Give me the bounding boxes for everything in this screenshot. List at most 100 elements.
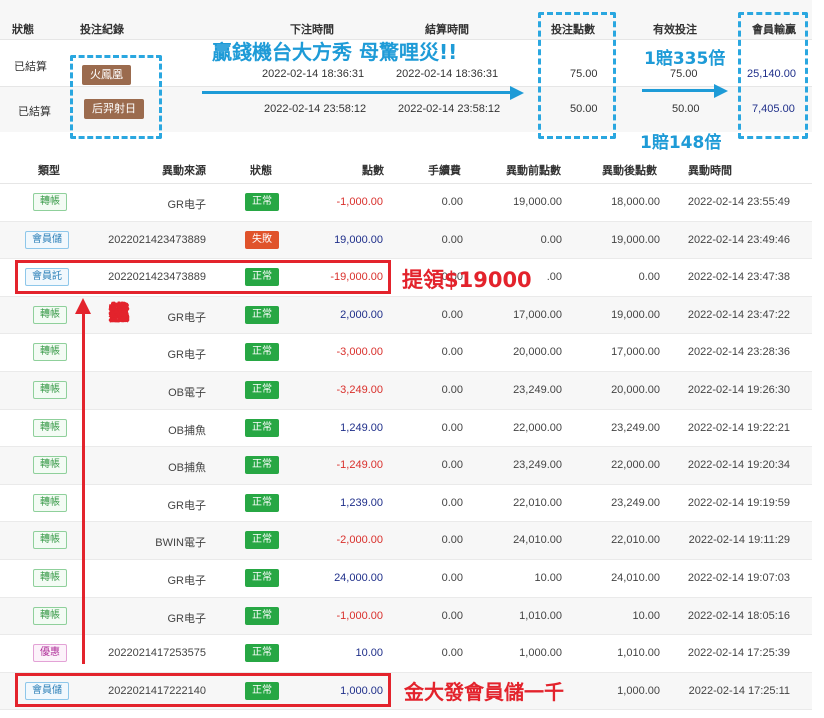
table-row: 轉帳 OB電子 正常 -3,249.00 0.00 23,249.00 20,000.00 2… — [0, 371, 812, 410]
status-badge: 正常 — [245, 606, 279, 625]
after-points: 17,000.00 — [611, 346, 660, 359]
header-type: 類型 — [38, 165, 60, 177]
fee: 0.00 — [441, 383, 463, 396]
fee: 0.00 — [441, 196, 463, 208]
points: 10.00 — [355, 647, 383, 660]
time: 2022-02-14 19:11:29 — [688, 534, 790, 547]
points: -1,000.00 — [336, 609, 383, 622]
header-bet-time: 下注時間 — [290, 24, 334, 36]
before-points: 23,249.00 — [513, 383, 562, 396]
game-highlight-box — [70, 55, 162, 139]
arrow-right-icon — [510, 86, 524, 100]
time: 2022-02-14 23:47:22 — [687, 308, 790, 321]
after-points: 10.00 — [632, 609, 660, 622]
after-points: 19,000.00 — [611, 308, 660, 321]
before-points: 20,000.00 — [513, 346, 562, 359]
valid-bet: 50.00 — [672, 103, 700, 115]
status-badge: 失敗 — [245, 230, 279, 249]
after-points: 24,010.00 — [611, 571, 660, 584]
fee: 0.00 — [441, 459, 463, 472]
fee: 0.00 — [441, 346, 463, 359]
header-status: 狀態 — [250, 165, 272, 177]
status-badge: 正常 — [245, 493, 279, 512]
after-points: 23,249.00 — [611, 496, 660, 509]
source: GR电子 — [167, 499, 207, 512]
source: OB電子 — [168, 386, 206, 399]
fee: 0.00 — [441, 421, 463, 434]
points: 2,000.00 — [340, 308, 383, 321]
type-badge: 轉帳 — [33, 418, 67, 437]
header-record: 投注紀錄 — [80, 24, 124, 36]
time: 2022-02-14 23:47:38 — [687, 271, 790, 284]
type-badge: 轉帳 — [33, 193, 67, 211]
type-badge: 轉帳 — [33, 531, 67, 550]
header-fee: 手續費 — [428, 165, 461, 177]
vertical-annotation-char: 發 — [108, 301, 130, 325]
time: 2022-02-14 19:26:30 — [687, 383, 790, 396]
before-points: 0.00 — [540, 233, 562, 246]
deposit-highlight-box — [15, 673, 391, 707]
header-valid-bet: 有效投注 — [653, 24, 697, 36]
status-badge: 正常 — [245, 343, 279, 362]
points: 19,000.00 — [334, 233, 383, 246]
status-badge: 正常 — [245, 644, 279, 663]
points: -3,000.00 — [336, 346, 383, 359]
ratio-annotation-1: 1賠335倍 — [644, 49, 726, 69]
table-row: 轉帳 OB捕魚 正常 -1,249.00 0.00 23,249.00 22,000.00 2… — [0, 447, 812, 485]
arrow-line — [642, 89, 718, 92]
type-badge: 轉帳 — [33, 380, 67, 399]
points: -2,000.00 — [336, 534, 383, 547]
before-points: .00 — [546, 271, 562, 284]
valid-bet: 75.00 — [670, 68, 698, 80]
before-points: 17,000.00 — [513, 308, 562, 321]
table-row: 轉帳 GR电子 正常 -3,000.00 0.00 20,000.00 17,000.00 2… — [0, 334, 812, 372]
type-badge: 轉帳 — [33, 606, 67, 625]
type-badge: 轉帳 — [33, 568, 67, 587]
after-points: 23,249.00 — [611, 421, 660, 434]
before-points: 24,010.00 — [513, 534, 562, 547]
header-status: 狀態 — [12, 24, 34, 36]
status-badge: 正常 — [245, 418, 279, 437]
header-source: 異動來源 — [162, 165, 206, 177]
time: 2022-02-14 19:19:59 — [687, 496, 790, 509]
after-points: 1,010.00 — [617, 647, 660, 660]
time: 2022-02-14 23:49:46 — [687, 233, 790, 246]
source: 2022021423473889 — [108, 233, 206, 246]
settle-time: 2022-02-14 18:36:31 — [396, 68, 499, 80]
time: 2022-02-14 19:22:21 — [687, 421, 790, 434]
before-points: 1,010.00 — [519, 609, 562, 622]
withdraw-highlight-box — [15, 260, 391, 294]
time: 2022-02-14 18:05:16 — [687, 609, 790, 622]
header-before: 異動前點數 — [506, 165, 561, 177]
source: GR电子 — [167, 349, 207, 362]
fee: 0.00 — [441, 233, 463, 246]
points: 24,000.00 — [334, 571, 383, 584]
before-points: 1,000.00 — [519, 647, 562, 660]
after-points: 22,010.00 — [611, 534, 660, 547]
after-points: 18,000.00 — [611, 196, 660, 208]
table-row: 轉帳 GR电子 正常 24,000.00 0.00 10.00 24,010.00 2022-… — [0, 560, 812, 598]
table-row: 轉帳 GR电子 正常 -1,000.00 0.00 19,000.00 18,000.00 2… — [0, 184, 812, 222]
bet-time: 2022-02-14 18:36:31 — [262, 68, 365, 80]
fee: 0.00 — [441, 571, 463, 584]
source: 2022021417253575 — [108, 647, 206, 660]
arrow-line — [202, 91, 514, 94]
before-points: 10.00 — [534, 571, 562, 584]
before-points: 23,249.00 — [513, 459, 562, 472]
table-row: 轉帳 OB捕魚 正常 1,249.00 0.00 22,000.00 23,249.00 20… — [0, 410, 812, 448]
bet-amount-highlight-box — [538, 12, 616, 139]
source: GR电子 — [167, 311, 207, 324]
table-row: 轉帳 BWIN電子 正常 -2,000.00 0.00 24,010.00 22,010.0… — [0, 522, 812, 560]
source: GR电子 — [167, 574, 207, 587]
source: OB捕魚 — [168, 462, 206, 475]
header-after: 異動後點數 — [602, 165, 657, 177]
deposit-annotation: 金大發會員儲一千 — [404, 680, 564, 704]
before-points: 19,000.00 — [513, 196, 562, 208]
headline-annotation: 贏錢機台大方秀 母驚哩災!! — [212, 40, 458, 64]
fee: 0.00 — [441, 308, 463, 321]
settle-time: 2022-02-14 23:58:12 — [398, 103, 501, 115]
source: BWIN電子 — [155, 537, 206, 550]
source: GR电子 — [167, 612, 207, 625]
arrow-right-icon — [714, 84, 728, 98]
payout-highlight-box — [738, 12, 808, 139]
